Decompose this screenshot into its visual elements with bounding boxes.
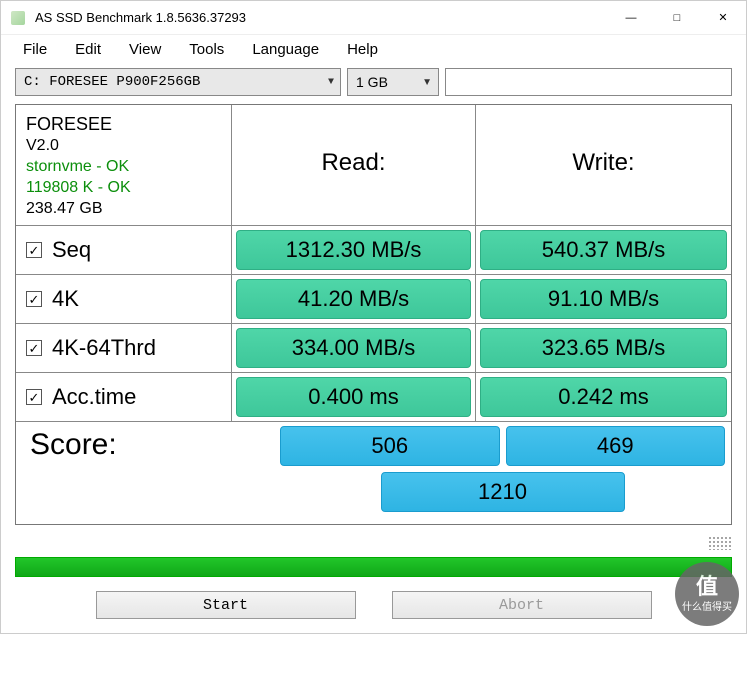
maximize-button[interactable]: □ <box>654 2 700 34</box>
app-window: AS SSD Benchmark 1.8.5636.37293 — □ ✕ Fi… <box>0 0 747 634</box>
abort-button: Abort <box>392 591 652 619</box>
score-write: 469 <box>506 426 726 466</box>
fk64-checkbox[interactable]: ✓ <box>26 340 42 356</box>
row-4k64: ✓ 4K-64Thrd 334.00 MB/s 323.65 MB/s <box>16 324 731 373</box>
seq-label: Seq <box>52 237 91 263</box>
seq-checkbox[interactable]: ✓ <box>26 242 42 258</box>
size-select-value: 1 GB <box>356 74 388 90</box>
menu-edit[interactable]: Edit <box>75 41 101 58</box>
score-total: 1210 <box>381 472 625 512</box>
app-icon <box>9 9 27 27</box>
fk64-read-value: 334.00 MB/s <box>236 328 471 368</box>
size-select[interactable]: 1 GB ▼ <box>347 68 439 96</box>
device-capacity: 238.47 GB <box>26 199 103 220</box>
seq-read-value: 1312.30 MB/s <box>236 230 471 270</box>
titlebar: AS SSD Benchmark 1.8.5636.37293 — □ ✕ <box>1 1 746 35</box>
menubar: File Edit View Tools Language Help <box>1 35 746 68</box>
drive-select[interactable]: C: FORESEE P900F256GB ▼ <box>15 68 341 96</box>
row-acc: ✓ Acc.time 0.400 ms 0.242 ms <box>16 373 731 422</box>
fourk-write-value: 91.10 MB/s <box>480 279 727 319</box>
watermark-char: 值 <box>696 576 718 598</box>
row-4k: ✓ 4K 41.20 MB/s 91.10 MB/s <box>16 275 731 324</box>
fourk-read-value: 41.20 MB/s <box>236 279 471 319</box>
row-score: Score: 506 469 1210 <box>16 422 731 524</box>
menu-language[interactable]: Language <box>252 41 319 58</box>
menu-view[interactable]: View <box>129 41 161 58</box>
acc-label: Acc.time <box>52 384 136 410</box>
device-firmware: V2.0 <box>26 136 59 157</box>
watermark-badge: 值 什么值得买 <box>675 562 739 626</box>
info-row: FORESEE V2.0 stornvme - OK 119808 K - OK… <box>16 105 731 226</box>
alignment-status: 119808 K - OK <box>26 178 131 199</box>
read-header: Read: <box>321 149 385 177</box>
menu-file[interactable]: File <box>23 41 47 58</box>
score-read: 506 <box>280 426 500 466</box>
results-grid: FORESEE V2.0 stornvme - OK 119808 K - OK… <box>15 104 732 525</box>
menu-tools[interactable]: Tools <box>189 41 224 58</box>
start-button[interactable]: Start <box>96 591 356 619</box>
window-title: AS SSD Benchmark 1.8.5636.37293 <box>35 10 608 25</box>
acc-checkbox[interactable]: ✓ <box>26 389 42 405</box>
acc-write-value: 0.242 ms <box>480 377 727 417</box>
menu-help[interactable]: Help <box>347 41 378 58</box>
resize-grip-icon <box>708 536 732 550</box>
chevron-down-icon: ▼ <box>422 77 432 88</box>
seq-write-value: 540.37 MB/s <box>480 230 727 270</box>
minimize-button[interactable]: — <box>608 2 654 34</box>
drive-select-value: C: FORESEE P900F256GB <box>24 74 200 90</box>
acc-read-value: 0.400 ms <box>236 377 471 417</box>
status-field <box>445 68 732 96</box>
close-button[interactable]: ✕ <box>700 2 746 34</box>
row-seq: ✓ Seq 1312.30 MB/s 540.37 MB/s <box>16 226 731 275</box>
score-label: Score: <box>16 422 274 524</box>
progress-bar <box>15 557 732 577</box>
device-model: FORESEE <box>26 113 112 136</box>
fourk-checkbox[interactable]: ✓ <box>26 291 42 307</box>
watermark-text: 什么值得买 <box>682 598 732 613</box>
write-header: Write: <box>572 149 634 177</box>
chevron-down-icon: ▼ <box>328 77 334 88</box>
fk64-label: 4K-64Thrd <box>52 335 156 361</box>
fourk-label: 4K <box>52 286 79 312</box>
fk64-write-value: 323.65 MB/s <box>480 328 727 368</box>
driver-status: stornvme - OK <box>26 157 129 178</box>
